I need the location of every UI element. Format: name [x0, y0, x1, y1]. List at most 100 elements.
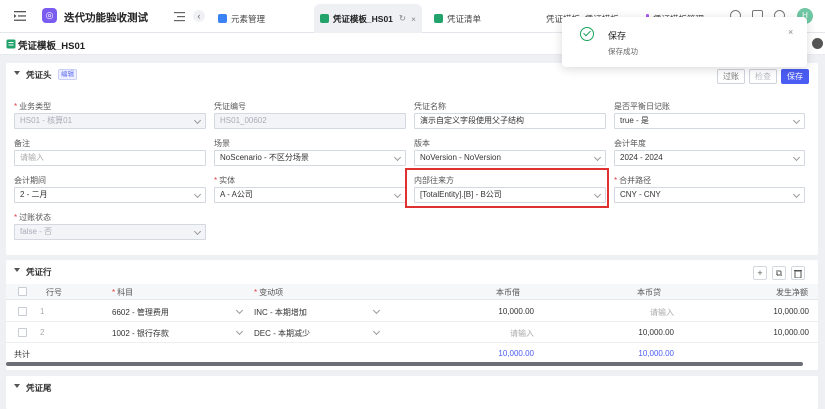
- chevron-down-icon: [193, 227, 202, 236]
- tab-element-management[interactable]: 元素管理: [212, 4, 271, 33]
- balance-journal-select[interactable]: true - 是: [614, 113, 805, 129]
- row-number: 1: [40, 307, 45, 316]
- table-row[interactable]: 2 1002 - 银行存款 DEC - 本期减少 请输入 10,000.00 1…: [6, 323, 818, 343]
- collapse-caret-icon[interactable]: [14, 384, 20, 388]
- field-label-period: 会计期间: [14, 176, 46, 185]
- tab-scroll-left-button[interactable]: ‹: [193, 10, 205, 22]
- highlight-box: [405, 168, 609, 208]
- voucher-lines-card: 凭证行 + ⧉ 行号 * 科目 * 变动项 本币借 本币贷 发生净额 1 6602 …: [6, 260, 818, 370]
- column-header: 本币贷: [637, 288, 661, 297]
- voucher-name-input[interactable]: 演示自定义字段使用父子结构: [414, 113, 606, 129]
- save-button[interactable]: 保存: [781, 69, 809, 84]
- copy-row-button[interactable]: ⧉: [772, 266, 786, 280]
- trash-icon: [794, 270, 802, 279]
- row-number: 2: [40, 328, 45, 337]
- app-title: 迭代功能验收测试: [64, 12, 148, 24]
- card-header: 凭证行 + ⧉: [6, 260, 818, 282]
- total-debit: 10,000.00: [498, 349, 534, 358]
- column-header: 行号: [46, 288, 62, 297]
- chevron-down-icon: [372, 327, 381, 336]
- column-header: 发生净额: [776, 288, 808, 297]
- remark-input[interactable]: 请输入: [14, 150, 206, 166]
- close-icon[interactable]: ×: [411, 14, 416, 24]
- voucher-no-field[interactable]: HS01_00602: [214, 113, 406, 129]
- tab-icon: [218, 14, 227, 23]
- horizontal-scrollbar[interactable]: [6, 362, 803, 366]
- card-header: 凭证尾: [6, 376, 818, 398]
- chevron-down-icon: [593, 153, 602, 162]
- chevron-down-icon: [372, 306, 381, 315]
- post-button[interactable]: 过账: [717, 69, 745, 84]
- scenario-select[interactable]: NoScenario - 不区分场景: [214, 150, 406, 166]
- check-circle-icon: [580, 27, 594, 41]
- chevron-down-icon: [792, 153, 801, 162]
- fiscal-year-select[interactable]: 2024 - 2024: [614, 150, 805, 166]
- tab-voucher-list[interactable]: 凭证清单: [428, 4, 487, 33]
- field-label-entity: * 实体: [214, 176, 236, 185]
- credit-cell[interactable]: 10,000.00: [606, 328, 674, 337]
- entity-select[interactable]: A - A公司: [214, 187, 406, 203]
- column-header: * 科目: [112, 288, 134, 297]
- chevron-down-icon: [393, 153, 402, 162]
- change-item-cell[interactable]: DEC - 本期减少: [254, 328, 310, 339]
- select-all-checkbox[interactable]: [18, 287, 27, 296]
- collapse-caret-icon[interactable]: [14, 71, 20, 75]
- tab-label: 元素管理: [231, 13, 266, 24]
- chevron-down-icon: [792, 190, 801, 199]
- check-button[interactable]: 检查: [749, 69, 777, 84]
- column-header: * 变动项: [254, 288, 284, 297]
- debit-cell[interactable]: 请输入: [466, 328, 534, 339]
- field-label-fiscal-year: 会计年度: [614, 139, 646, 148]
- credit-cell[interactable]: 请输入: [606, 307, 674, 318]
- net-amount-cell: 10,000.00: [773, 307, 809, 316]
- chevron-down-icon: [792, 116, 801, 125]
- change-item-cell[interactable]: INC - 本期增加: [254, 307, 307, 318]
- scroll-indicator[interactable]: [812, 38, 823, 49]
- field-label-remark: 备注: [14, 139, 30, 148]
- posting-status-select[interactable]: false - 否: [14, 224, 206, 240]
- chevron-down-icon: [235, 327, 244, 336]
- card-title: 凭证尾: [26, 383, 52, 393]
- net-amount-cell: 10,000.00: [773, 328, 809, 337]
- chevron-down-icon: [393, 190, 402, 199]
- field-label-consolidation-path: * 合并路径: [614, 176, 652, 185]
- menu-fold-icon[interactable]: [14, 11, 26, 21]
- tab-icon: [434, 14, 443, 23]
- total-row: 共计 10,000.00 10,000.00: [6, 349, 818, 361]
- collapse-tabs-icon[interactable]: [174, 11, 185, 22]
- period-select[interactable]: 2 - 二月: [14, 187, 206, 203]
- total-credit: 10,000.00: [638, 349, 674, 358]
- account-cell[interactable]: 6602 - 管理费用: [112, 307, 169, 318]
- tab-label: 凭证清单: [447, 13, 482, 24]
- field-label-voucher-no: 凭证编号: [214, 102, 246, 111]
- voucher-tail-card: 凭证尾: [6, 376, 818, 409]
- table-row[interactable]: 1 6602 - 管理费用 INC - 本期增加 10,000.00 请输入 1…: [6, 302, 818, 322]
- edit-status-badge: 编辑: [58, 69, 77, 80]
- field-label-scenario: 场景: [214, 139, 230, 148]
- table-header: 行号 * 科目 * 变动项 本币借 本币贷 发生净额: [6, 284, 818, 300]
- business-type-select[interactable]: HS01 - 核算01: [14, 113, 206, 129]
- row-checkbox[interactable]: [18, 307, 27, 316]
- collapse-caret-icon[interactable]: [14, 268, 20, 272]
- add-row-button[interactable]: +: [753, 266, 767, 280]
- chevron-down-icon: [235, 306, 244, 315]
- tab-label: 凭证模板_HS01: [332, 13, 393, 24]
- close-icon[interactable]: ×: [788, 27, 793, 37]
- chevron-down-icon: [193, 116, 202, 125]
- toast-message: 保存成功: [608, 47, 638, 56]
- field-label-balance-journal: 是否平衡日记账: [614, 102, 670, 111]
- chevron-down-icon: [193, 190, 202, 199]
- debit-cell[interactable]: 10,000.00: [466, 307, 534, 316]
- row-checkbox[interactable]: [18, 328, 27, 337]
- toast-title: 保存: [608, 31, 627, 41]
- tab-voucher-template-hs01[interactable]: 凭证模板_HS01 ↻ ×: [314, 4, 422, 33]
- delete-row-button[interactable]: [791, 266, 805, 280]
- consolidation-path-select[interactable]: CNY - CNY: [614, 187, 805, 203]
- card-title: 凭证头: [26, 70, 52, 80]
- version-select[interactable]: NoVersion - NoVersion: [414, 150, 606, 166]
- field-label-version: 版本: [414, 139, 430, 148]
- field-label-business-type: * 业务类型: [14, 102, 52, 111]
- save-success-toast: 保存 保存成功 ×: [562, 17, 807, 67]
- account-cell[interactable]: 1002 - 银行存款: [112, 328, 169, 339]
- refresh-icon[interactable]: ↻: [399, 13, 406, 24]
